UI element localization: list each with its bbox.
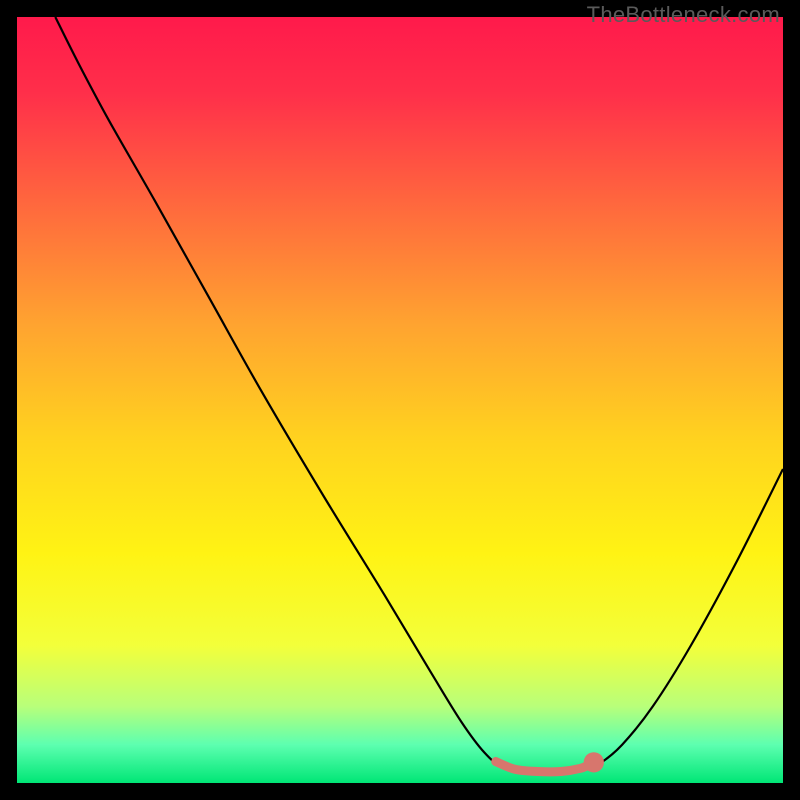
chart-frame xyxy=(17,17,783,783)
gradient-background xyxy=(17,17,783,783)
watermark-text: TheBottleneck.com xyxy=(587,2,780,28)
bottleneck-chart xyxy=(17,17,783,783)
optimal-region-end-dot xyxy=(584,752,604,772)
